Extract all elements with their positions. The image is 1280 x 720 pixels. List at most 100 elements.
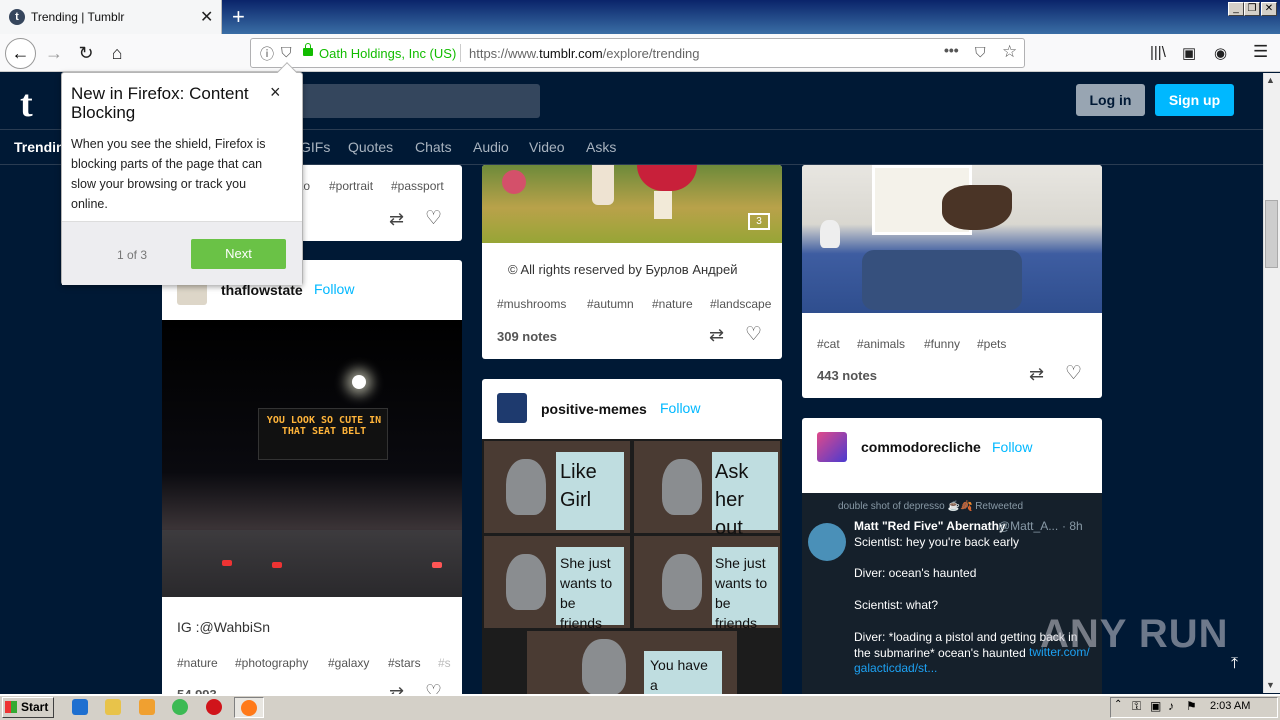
- post-image[interactable]: 3: [482, 165, 782, 243]
- tail-light: [222, 560, 232, 566]
- mushroom-cap: [637, 165, 697, 191]
- volume-icon[interactable]: ♪: [1168, 699, 1174, 713]
- follow-button[interactable]: Follow: [314, 281, 354, 297]
- tweet-handle[interactable]: @Matt_A...: [998, 519, 1058, 533]
- media-player-icon[interactable]: [139, 699, 155, 715]
- opera-icon[interactable]: [206, 699, 222, 715]
- tweet-avatar[interactable]: [808, 523, 846, 561]
- scroll-up-icon[interactable]: ▲: [1266, 75, 1275, 85]
- bookmark-star-icon[interactable]: ☆: [1002, 42, 1017, 62]
- sidebar-icon[interactable]: ▣: [1182, 44, 1196, 62]
- reblog-icon[interactable]: ⇄: [709, 325, 724, 346]
- post-tag[interactable]: #cat: [817, 337, 840, 351]
- like-icon[interactable]: ♡: [745, 323, 762, 346]
- tab-chats[interactable]: Chats: [415, 139, 452, 155]
- avatar[interactable]: [817, 432, 847, 462]
- firefox-taskbar-button[interactable]: [234, 697, 264, 718]
- meme-image[interactable]: Like Girl Ask her out She just wants to …: [482, 439, 782, 700]
- post-caption: © All rights reserved by Бурлов Андрей: [508, 262, 738, 277]
- explorer-icon[interactable]: [105, 699, 121, 715]
- url-domain: tumblr.com: [539, 46, 603, 61]
- minimize-button[interactable]: _: [1228, 2, 1244, 16]
- tab-audio[interactable]: Audio: [473, 139, 509, 155]
- post-tag[interactable]: #stars: [388, 656, 421, 670]
- next-button[interactable]: Next: [191, 239, 286, 269]
- reload-icon[interactable]: ↻: [72, 41, 100, 65]
- tab-quotes[interactable]: Quotes: [348, 139, 393, 155]
- tumblr-logo[interactable]: t: [20, 82, 33, 126]
- clock[interactable]: 2:03 AM: [1210, 700, 1250, 712]
- post-image[interactable]: YOU LOOK SO CUTE IN THAT SEAT BELT: [162, 320, 462, 597]
- notes-count[interactable]: 309 notes: [497, 329, 557, 344]
- scrollbar-thumb[interactable]: [1265, 200, 1278, 268]
- scroll-to-top-icon[interactable]: ⤒: [1231, 655, 1238, 673]
- post-tag[interactable]: #s: [438, 656, 451, 670]
- post-tag[interactable]: #photography: [235, 656, 308, 670]
- post-tag[interactable]: #animals: [857, 337, 905, 351]
- pocket-icon[interactable]: ⛉: [975, 44, 986, 61]
- url-bar[interactable]: ⓘ ⛉ Oath Holdings, Inc (US) https://www.…: [250, 38, 1025, 68]
- post-tag[interactable]: #nature: [177, 656, 218, 670]
- info-icon[interactable]: ⓘ: [260, 44, 274, 64]
- url-text[interactable]: https://www.tumblr.com/explore/trending: [469, 46, 700, 61]
- tab-close-icon[interactable]: ✕: [200, 7, 213, 27]
- avatar[interactable]: [497, 393, 527, 423]
- new-tab-button[interactable]: +: [232, 4, 245, 30]
- tab-video[interactable]: Video: [529, 139, 565, 155]
- search-input[interactable]: [290, 84, 540, 118]
- post-tag[interactable]: #landscape: [710, 297, 771, 311]
- tab-gifs[interactable]: GIFs: [300, 139, 330, 155]
- scroll-down-icon[interactable]: ▼: [1266, 680, 1275, 690]
- network-icon[interactable]: ▣: [1150, 699, 1161, 713]
- post-tag[interactable]: #portrait: [329, 179, 373, 193]
- tray-key-icon[interactable]: ⚿: [1132, 699, 1141, 714]
- like-icon[interactable]: ♡: [1065, 362, 1082, 385]
- post-tag[interactable]: #nature: [652, 297, 693, 311]
- menu-icon[interactable]: ☰: [1253, 42, 1268, 62]
- post-image[interactable]: [802, 165, 1102, 313]
- close-icon[interactable]: ×: [270, 82, 281, 103]
- embedded-tweet[interactable]: double shot of depresso ☕🍂 Retweeted Mat…: [802, 493, 1102, 700]
- post-tag[interactable]: #pets: [977, 337, 1006, 351]
- library-icon[interactable]: |||\: [1150, 44, 1166, 61]
- blog-name[interactable]: commodorecliche: [861, 439, 981, 455]
- login-button[interactable]: Log in: [1076, 84, 1145, 116]
- site-identity[interactable]: Oath Holdings, Inc (US): [319, 46, 456, 61]
- tweet-author[interactable]: Matt "Red Five" Abernathy: [854, 519, 1006, 533]
- windows-logo-icon: [5, 701, 17, 713]
- follow-button[interactable]: Follow: [992, 439, 1032, 455]
- more-icon[interactable]: •••: [944, 42, 959, 58]
- url-prefix: https://www.: [469, 46, 540, 61]
- horse-mask: [942, 185, 1012, 230]
- forward-icon[interactable]: →: [40, 41, 68, 65]
- notes-count[interactable]: 443 notes: [817, 368, 877, 383]
- reblog-icon[interactable]: ⇄: [389, 209, 404, 230]
- chrome-icon[interactable]: [172, 699, 188, 715]
- tab-asks[interactable]: Asks: [586, 139, 616, 155]
- tweet-link[interactable]: galacticdad/st...: [854, 661, 937, 675]
- post-tag[interactable]: #passport: [391, 179, 444, 193]
- firefox-icon: [241, 700, 257, 716]
- tray-expand-icon[interactable]: ⌃: [1114, 699, 1122, 710]
- flag-icon[interactable]: ⚑: [1186, 699, 1197, 713]
- browser-tab[interactable]: t Trending | Tumblr ✕: [0, 0, 222, 34]
- ie-icon[interactable]: [72, 699, 88, 715]
- restore-button[interactable]: ❐: [1244, 2, 1260, 16]
- reblog-icon[interactable]: ⇄: [1029, 364, 1044, 385]
- post-tag[interactable]: #galaxy: [328, 656, 369, 670]
- follow-button[interactable]: Follow: [660, 400, 700, 416]
- tail-light: [272, 562, 282, 568]
- signup-button[interactable]: Sign up: [1155, 84, 1234, 116]
- account-icon[interactable]: ◉: [1214, 44, 1227, 62]
- window-close-button[interactable]: ✕: [1261, 2, 1277, 16]
- post-tag[interactable]: #funny: [924, 337, 960, 351]
- vertical-scrollbar[interactable]: [1263, 73, 1280, 693]
- shield-icon[interactable]: ⛉: [281, 44, 292, 61]
- post-tag[interactable]: #mushrooms: [497, 297, 566, 311]
- back-icon[interactable]: ←: [5, 38, 36, 69]
- like-icon[interactable]: ♡: [425, 207, 442, 230]
- popup-step-count: 1 of 3: [117, 248, 148, 262]
- blog-name[interactable]: positive-memes: [541, 401, 647, 417]
- post-tag[interactable]: #autumn: [587, 297, 634, 311]
- home-icon[interactable]: ⌂: [103, 41, 131, 65]
